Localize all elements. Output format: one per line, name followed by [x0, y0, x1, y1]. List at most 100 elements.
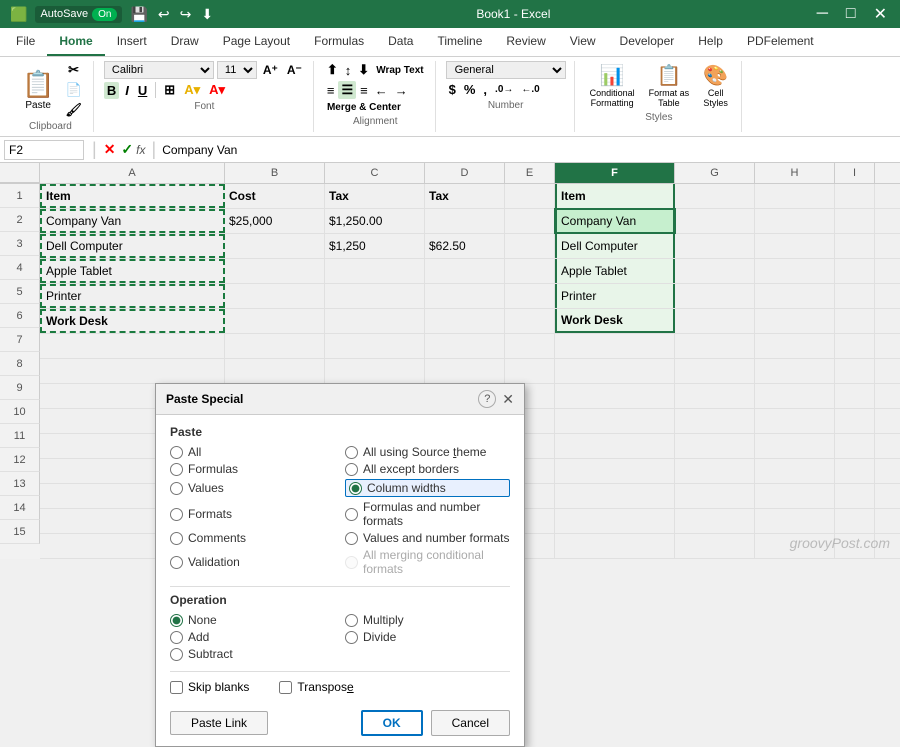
cell-F13[interactable] — [555, 484, 675, 508]
cell-C1[interactable]: Tax — [325, 184, 425, 208]
row-num-10[interactable]: 10 — [0, 400, 40, 424]
radio-validation[interactable]: Validation — [170, 548, 335, 576]
radio-multiply[interactable]: Multiply — [345, 613, 510, 627]
col-header-B[interactable]: B — [225, 163, 325, 183]
cell-H14[interactable] — [755, 509, 835, 533]
font-size-select[interactable]: 11 — [217, 61, 257, 79]
font-grow-button[interactable]: A⁺ — [260, 62, 281, 78]
radio-add[interactable]: Add — [170, 630, 335, 644]
comma-button[interactable]: , — [480, 81, 490, 98]
cell-H10[interactable] — [755, 409, 835, 433]
customize-icon[interactable]: ⬇ — [199, 4, 215, 25]
cell-I7[interactable] — [835, 334, 875, 358]
cell-G3[interactable] — [675, 234, 755, 258]
cell-F5[interactable]: Printer — [555, 284, 675, 308]
cell-E1[interactable] — [505, 184, 555, 208]
format-painter-button[interactable]: 🖌 — [62, 101, 85, 119]
cell-H6[interactable] — [755, 309, 835, 333]
col-header-E[interactable]: E — [505, 163, 555, 183]
cell-A8[interactable] — [40, 359, 225, 383]
conditional-formatting-button[interactable]: 📊 ConditionalFormatting — [585, 61, 640, 110]
indent-dec-button[interactable]: ← — [372, 81, 391, 99]
transpose-checkbox[interactable]: Transpose — [279, 680, 353, 694]
cell-I1[interactable] — [835, 184, 875, 208]
cell-G14[interactable] — [675, 509, 755, 533]
cell-D3[interactable]: $62.50 — [425, 234, 505, 258]
align-middle-button[interactable]: ↕ — [342, 61, 355, 79]
radio-all-source[interactable]: All using Source theme — [345, 445, 510, 459]
row-num-13[interactable]: 13 — [0, 472, 40, 496]
cell-F1[interactable]: Item — [555, 184, 675, 208]
cell-B3[interactable] — [225, 234, 325, 258]
cell-B4[interactable] — [225, 259, 325, 283]
tab-view[interactable]: View — [558, 28, 608, 56]
cell-D8[interactable] — [425, 359, 505, 383]
cell-H2[interactable] — [755, 209, 835, 233]
tab-review[interactable]: Review — [494, 28, 557, 56]
cell-H13[interactable] — [755, 484, 835, 508]
radio-all[interactable]: All — [170, 445, 335, 459]
redo-icon[interactable]: ↪ — [178, 4, 194, 25]
row-num-6[interactable]: 6 — [0, 304, 40, 328]
ok-button[interactable]: OK — [361, 710, 423, 736]
cell-B6[interactable] — [225, 309, 325, 333]
col-header-F[interactable]: F — [555, 163, 675, 183]
dialog-close-button[interactable]: ✕ — [502, 391, 514, 408]
format-as-table-button[interactable]: 📋 Format asTable — [644, 61, 695, 110]
number-format-select[interactable]: General — [446, 61, 566, 79]
dec-dec-button[interactable]: ←.0 — [518, 83, 542, 96]
cell-G15[interactable] — [675, 534, 755, 558]
tab-formulas[interactable]: Formulas — [302, 28, 376, 56]
undo-icon[interactable]: ↩ — [156, 4, 172, 25]
radio-column-widths[interactable]: Column widths — [345, 479, 510, 497]
cell-B7[interactable] — [225, 334, 325, 358]
cell-F9[interactable] — [555, 384, 675, 408]
cell-B1[interactable]: Cost — [225, 184, 325, 208]
dialog-help-button[interactable]: ? — [478, 390, 496, 408]
close-btn[interactable]: ✕ — [869, 2, 892, 26]
save-icon[interactable]: 💾 — [128, 4, 149, 25]
tab-insert[interactable]: Insert — [105, 28, 159, 56]
tab-home[interactable]: Home — [47, 28, 104, 56]
cell-G8[interactable] — [675, 359, 755, 383]
row-num-8[interactable]: 8 — [0, 352, 40, 376]
row-num-2[interactable]: 2 — [0, 208, 40, 232]
cell-styles-button[interactable]: 🎨 CellStyles — [698, 61, 733, 110]
cell-C4[interactable] — [325, 259, 425, 283]
tab-help[interactable]: Help — [686, 28, 735, 56]
row-num-1[interactable]: 1 — [0, 184, 40, 208]
cell-A4[interactable]: Apple Tablet — [40, 259, 225, 283]
cell-I14[interactable] — [835, 509, 875, 533]
tab-data[interactable]: Data — [376, 28, 425, 56]
col-header-D[interactable]: D — [425, 163, 505, 183]
radio-subtract[interactable]: Subtract — [170, 647, 335, 661]
cell-I8[interactable] — [835, 359, 875, 383]
align-bottom-button[interactable]: ⬇ — [355, 61, 372, 79]
fill-color-button[interactable]: A▾ — [181, 81, 203, 99]
cell-E3[interactable] — [505, 234, 555, 258]
cell-H11[interactable] — [755, 434, 835, 458]
cell-G13[interactable] — [675, 484, 755, 508]
radio-formulas[interactable]: Formulas — [170, 462, 335, 476]
merge-center-button[interactable]: Merge & Center — [324, 101, 404, 114]
cell-H12[interactable] — [755, 459, 835, 483]
cell-G11[interactable] — [675, 434, 755, 458]
cell-C8[interactable] — [325, 359, 425, 383]
percent-button[interactable]: % — [461, 81, 479, 98]
cell-I6[interactable] — [835, 309, 875, 333]
radio-formats[interactable]: Formats — [170, 500, 335, 528]
cell-A5[interactable]: Printer — [40, 284, 225, 308]
cell-G9[interactable] — [675, 384, 755, 408]
col-header-C[interactable]: C — [325, 163, 425, 183]
cell-A3[interactable]: Dell Computer — [40, 234, 225, 258]
tab-page-layout[interactable]: Page Layout — [211, 28, 302, 56]
currency-button[interactable]: $ — [446, 81, 459, 98]
cut-button[interactable]: ✂ — [62, 61, 85, 79]
col-header-H[interactable]: H — [755, 163, 835, 183]
radio-values[interactable]: Values — [170, 479, 335, 497]
radio-comments[interactable]: Comments — [170, 531, 335, 545]
col-header-I[interactable]: I — [835, 163, 875, 183]
radio-formulas-numbers[interactable]: Formulas and number formats — [345, 500, 510, 528]
align-center-button[interactable]: ☰ — [338, 81, 356, 99]
row-num-4[interactable]: 4 — [0, 256, 40, 280]
